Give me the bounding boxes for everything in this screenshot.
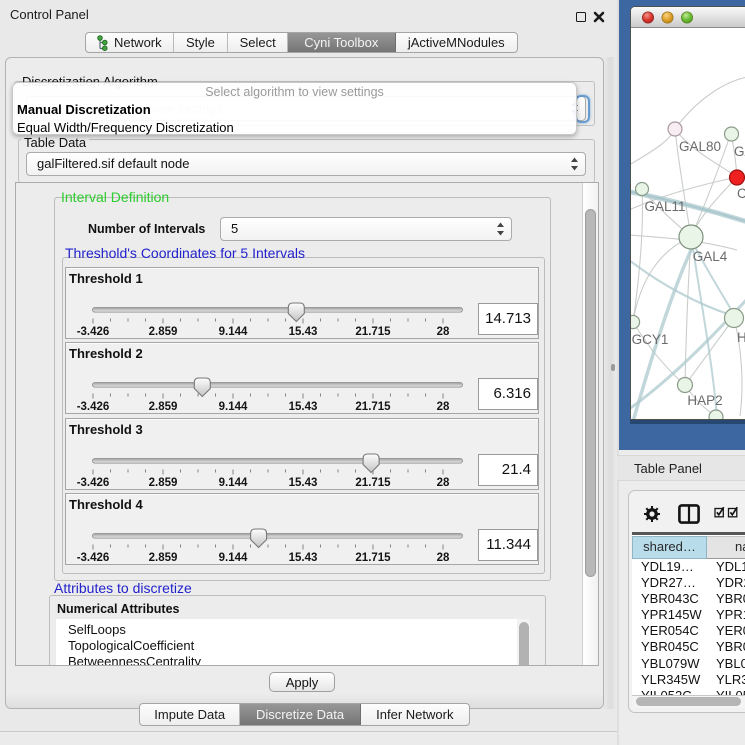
svg-text:GAL11: GAL11 <box>644 199 685 214</box>
svg-text:HAP2: HAP2 <box>687 393 722 408</box>
svg-text:GAL4: GAL4 <box>693 249 728 264</box>
svg-text:GAL80: GAL80 <box>679 139 721 154</box>
svg-text:CD: CD <box>737 186 745 201</box>
svg-text:H: H <box>737 330 745 345</box>
svg-text:GCY1: GCY1 <box>632 332 669 347</box>
svg-text:GA: GA <box>734 144 745 159</box>
